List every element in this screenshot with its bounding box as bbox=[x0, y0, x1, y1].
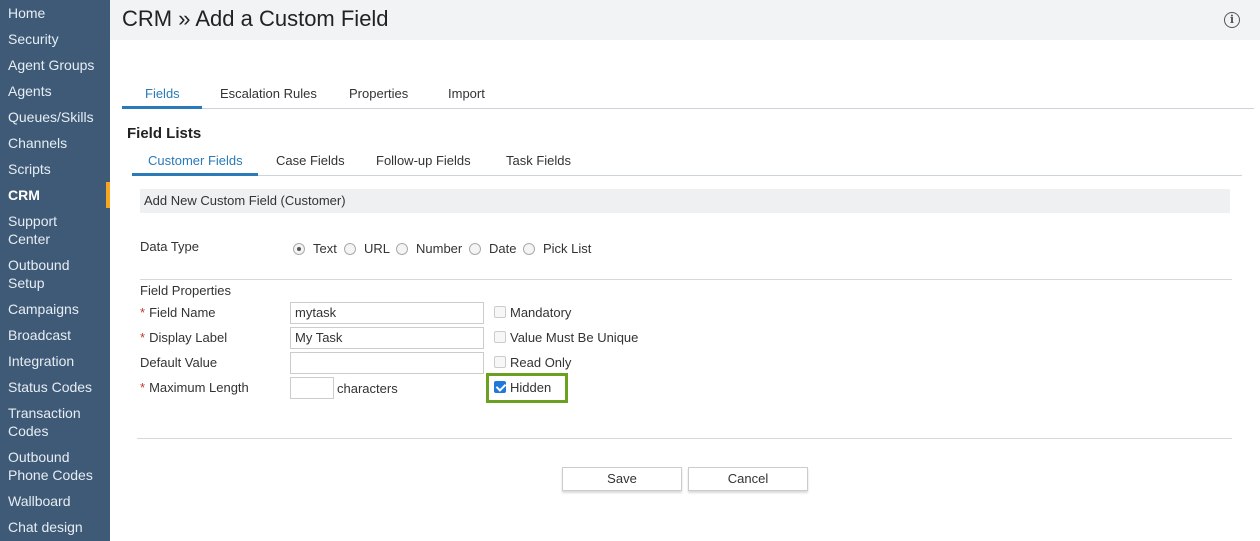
required-marker: * bbox=[140, 305, 146, 320]
sidebar-item-channels[interactable]: Channels bbox=[0, 134, 110, 152]
radio-number[interactable] bbox=[396, 243, 408, 255]
tab-customer-fields[interactable]: Customer Fields bbox=[148, 153, 243, 168]
max-length-unit: characters bbox=[337, 381, 398, 396]
field-lists-heading: Field Lists bbox=[127, 125, 202, 142]
required-marker: * bbox=[140, 330, 146, 345]
main-tabs: Fields Escalation Rules Properties Impor… bbox=[122, 80, 1254, 109]
tab-follow-up-fields[interactable]: Follow-up Fields bbox=[376, 153, 471, 168]
mandatory-label: Mandatory bbox=[510, 305, 572, 320]
default-value-label: Default Value bbox=[140, 355, 218, 370]
tab-customer-fields-underline bbox=[132, 173, 258, 176]
hidden-label: Hidden bbox=[510, 380, 552, 395]
unique-checkbox[interactable] bbox=[494, 331, 506, 343]
sidebar-item-agents[interactable]: Agents bbox=[0, 82, 110, 100]
radio-number-label: Number bbox=[416, 241, 463, 256]
display-label-label: * Display Label bbox=[140, 330, 227, 345]
radio-url-label: URL bbox=[364, 241, 391, 256]
read-only-checkbox[interactable] bbox=[494, 356, 506, 368]
field-name-input[interactable]: mytask bbox=[290, 302, 484, 324]
field-name-label-text: Field Name bbox=[149, 305, 216, 320]
tab-properties[interactable]: Properties bbox=[349, 86, 408, 101]
max-length-label: * Maximum Length bbox=[140, 380, 249, 395]
hidden-checkbox[interactable] bbox=[494, 381, 506, 393]
radio-pick-list-label: Pick List bbox=[543, 241, 592, 256]
sidebar-item-crm[interactable]: CRM bbox=[0, 182, 110, 208]
sidebar-item-support-center[interactable]: Support Center bbox=[0, 212, 110, 248]
sidebar-item-home[interactable]: Home bbox=[0, 4, 110, 22]
required-marker: * bbox=[140, 380, 146, 395]
sidebar-item-outbound-setup[interactable]: Outbound Setup bbox=[0, 256, 110, 292]
tab-escalation-rules[interactable]: Escalation Rules bbox=[220, 86, 317, 101]
display-label-label-text: Display Label bbox=[149, 330, 228, 345]
data-type-label: Data Type bbox=[140, 239, 200, 254]
radio-text[interactable] bbox=[293, 243, 305, 255]
panel-header: Add New Custom Field (Customer) bbox=[140, 189, 1230, 213]
radio-date-label: Date bbox=[489, 241, 517, 256]
field-list-tabs: Customer Fields Case Fields Follow-up Fi… bbox=[132, 148, 1242, 176]
tab-fields-underline bbox=[122, 106, 202, 109]
sidebar-item-outbound-phone-codes[interactable]: Outbound Phone Codes bbox=[0, 448, 110, 484]
sidebar-item-agent-groups[interactable]: Agent Groups bbox=[0, 56, 110, 74]
sidebar-item-integration[interactable]: Integration bbox=[0, 352, 110, 370]
radio-url[interactable] bbox=[344, 243, 356, 255]
sidebar-item-wallboard[interactable]: Wallboard bbox=[0, 492, 110, 510]
field-properties-heading: Field Properties bbox=[140, 283, 232, 298]
sidebar-item-chat-design[interactable]: Chat design bbox=[0, 518, 110, 536]
radio-date[interactable] bbox=[469, 243, 481, 255]
sidebar-item-scripts[interactable]: Scripts bbox=[0, 160, 110, 178]
unique-label: Value Must Be Unique bbox=[510, 330, 639, 345]
display-label-input[interactable]: My Task bbox=[290, 327, 484, 349]
sidebar: Home Security Agent Groups Agents Queues… bbox=[0, 0, 110, 541]
info-icon[interactable]: i bbox=[1224, 12, 1240, 28]
sidebar-item-broadcast[interactable]: Broadcast bbox=[0, 326, 110, 344]
footer-divider bbox=[137, 438, 1232, 439]
max-length-input[interactable] bbox=[290, 377, 334, 399]
divider bbox=[140, 279, 1232, 280]
sidebar-item-transaction-codes[interactable]: Transaction Codes bbox=[0, 404, 110, 440]
default-value-input[interactable] bbox=[290, 352, 484, 374]
field-name-label: * Field Name bbox=[140, 305, 216, 320]
radio-pick-list[interactable] bbox=[523, 243, 535, 255]
max-length-label-text: Maximum Length bbox=[149, 380, 249, 395]
mandatory-checkbox[interactable] bbox=[494, 306, 506, 318]
save-button[interactable]: Save bbox=[562, 467, 682, 491]
read-only-label: Read Only bbox=[510, 355, 572, 370]
tab-case-fields[interactable]: Case Fields bbox=[276, 153, 345, 168]
cancel-button[interactable]: Cancel bbox=[688, 467, 808, 491]
tab-fields[interactable]: Fields bbox=[145, 86, 180, 101]
tab-import[interactable]: Import bbox=[448, 86, 485, 101]
radio-text-label: Text bbox=[313, 241, 337, 256]
tab-task-fields[interactable]: Task Fields bbox=[506, 153, 571, 168]
sidebar-item-campaigns[interactable]: Campaigns bbox=[0, 300, 110, 318]
page-title: CRM » Add a Custom Field bbox=[122, 6, 389, 31]
page-header: CRM » Add a Custom Field i bbox=[110, 0, 1260, 40]
sidebar-item-queues-skills[interactable]: Queues/Skills bbox=[0, 108, 110, 126]
sidebar-item-status-codes[interactable]: Status Codes bbox=[0, 378, 110, 396]
sidebar-item-security[interactable]: Security bbox=[0, 30, 110, 48]
